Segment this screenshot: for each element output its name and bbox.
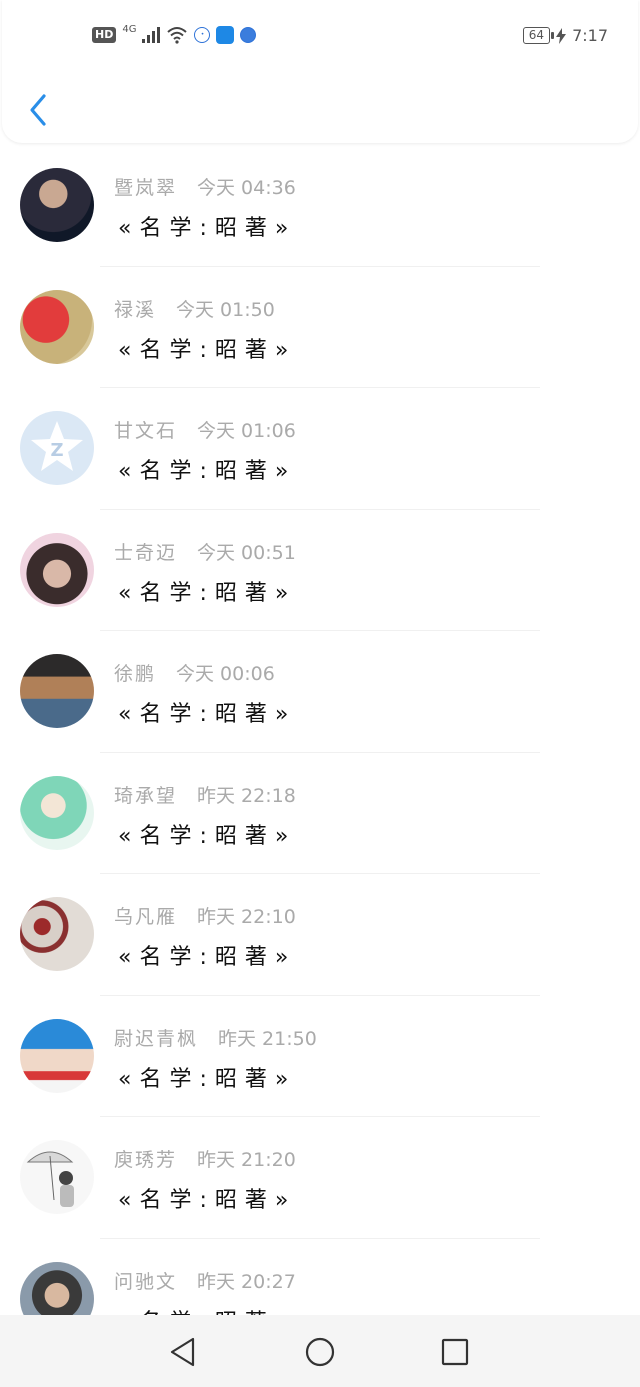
weather-app-icon	[216, 26, 235, 44]
status-icons-left: HD 4G •	[92, 23, 257, 44]
avatar[interactable]: Z	[20, 411, 94, 485]
message-time: 昨天 21:50	[218, 1027, 317, 1050]
contact-name: 庾琇芳	[114, 1149, 178, 1171]
contact-name: 乌凡雁	[114, 906, 178, 928]
wifi-icon	[167, 27, 188, 44]
circle-home-icon[interactable]	[303, 1335, 337, 1369]
message-preview: «名学:昭著»	[118, 216, 297, 241]
browser-icon	[240, 27, 257, 43]
list-item[interactable]: 徐鹏 今天 00:06 «名学:昭著»	[0, 631, 640, 753]
message-time: 今天 00:51	[197, 541, 296, 564]
ifly-icon: •	[194, 27, 211, 43]
contact-name: 琦承望	[114, 784, 178, 807]
list-item[interactable]: 庾琇芳 昨天 21:20 «名学:昭著»	[0, 1117, 640, 1239]
avatar[interactable]	[20, 532, 94, 607]
contact-name: 问驰文	[114, 1270, 178, 1293]
avatar[interactable]	[20, 289, 94, 364]
list-item[interactable]: Z 甘文石 今天 01:06 «名学:昭著»	[0, 388, 640, 510]
message-preview: «名学:昭著»	[118, 459, 297, 484]
avatar[interactable]	[20, 775, 94, 850]
message-preview: «名学:昭著»	[118, 1066, 297, 1092]
avatar[interactable]	[20, 1140, 94, 1214]
message-preview: «名学:昭著»	[118, 945, 297, 970]
message-time: 今天 01:06	[197, 420, 296, 442]
umbrella-drawing-icon	[26, 1151, 74, 1207]
message-time: 昨天 22:18	[197, 784, 296, 807]
hd-badge: HD	[92, 27, 117, 43]
list-item[interactable]: 士奇迈 今天 00:51 «名学:昭著»	[0, 510, 640, 631]
list-item[interactable]: 暨岚翠 今天 04:36 «名学:昭著»	[0, 145, 640, 267]
message-time: 昨天 22:10	[197, 906, 296, 928]
message-preview: «名学:昭著»	[118, 702, 297, 727]
list-item[interactable]: 琦承望 昨天 22:18 «名学:昭著»	[0, 753, 640, 874]
message-time: 今天 00:06	[176, 663, 275, 685]
contact-name: 禄溪	[114, 298, 157, 321]
message-preview: «名学:昭著»	[118, 1304, 296, 1316]
message-preview: «名学:昭著»	[118, 823, 297, 849]
list-item[interactable]: 乌凡雁 昨天 22:10 «名学:昭著»	[0, 874, 640, 996]
charging-icon	[556, 27, 567, 44]
contact-name: 甘文石	[114, 420, 178, 442]
avatar[interactable]	[20, 1261, 94, 1315]
system-nav-bar	[0, 1315, 640, 1387]
network-type: 4G	[122, 23, 137, 35]
signal-icon	[142, 27, 161, 43]
message-preview: «名学:昭著»	[118, 580, 297, 606]
message-preview: «名学:昭著»	[118, 337, 297, 363]
svg-text:Z: Z	[50, 440, 63, 461]
contact-name: 士奇迈	[114, 541, 178, 564]
contact-name: 尉迟青枫	[114, 1027, 199, 1050]
list-item[interactable]: 禄溪 今天 01:50 «名学:昭著»	[0, 267, 640, 388]
avatar[interactable]	[20, 897, 94, 971]
triangle-back-icon[interactable]	[166, 1335, 200, 1369]
message-time: 今天 01:50	[176, 298, 275, 321]
message-time: 昨天 21:20	[197, 1149, 296, 1171]
status-icons-right: 64 7:17	[522, 26, 608, 45]
contact-list: 暨岚翠 今天 04:36 «名学:昭著» 禄溪 今天 01:50 «名学:昭著» Z…	[0, 145, 640, 1315]
avatar[interactable]	[20, 654, 94, 728]
status-bar: HD 4G • 64 7:17	[2, 0, 640, 70]
battery-icon: 64	[522, 27, 555, 44]
message-time: 昨天 20:27	[197, 1270, 296, 1293]
list-item[interactable]: 问驰文昨天 20:27 «名学:昭著»	[0, 1239, 640, 1316]
square-recents-icon[interactable]	[438, 1335, 472, 1369]
list-item[interactable]: 尉迟青枫 昨天 21:50 «名学:昭著»	[0, 996, 640, 1117]
message-preview: «名学:昭著»	[118, 1188, 297, 1213]
message-time: 今天 04:36	[197, 177, 296, 199]
top-app-bar: HD 4G • 64 7:17	[2, 0, 638, 143]
avatar[interactable]	[20, 1018, 94, 1093]
contact-name: 徐鹏	[114, 663, 157, 685]
qzone-star-icon: Z	[31, 421, 83, 471]
avatar[interactable]	[20, 168, 94, 242]
back-chevron-icon[interactable]	[24, 92, 54, 128]
clock: 7:17	[572, 26, 608, 45]
contact-name: 暨岚翠	[114, 177, 178, 199]
